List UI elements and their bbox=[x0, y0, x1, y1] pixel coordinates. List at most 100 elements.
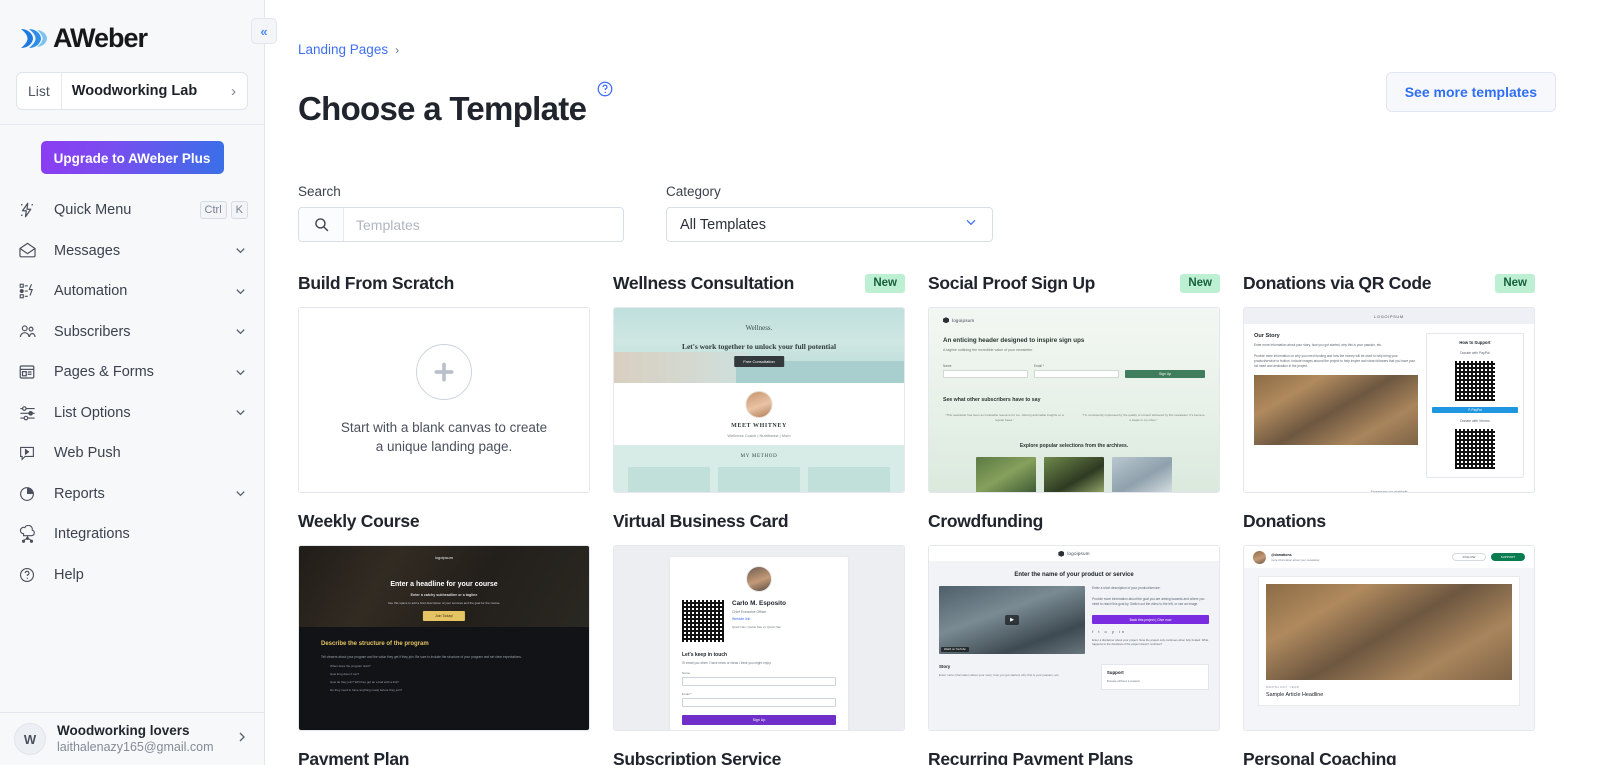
filters: Search Category All Templates bbox=[298, 184, 1600, 243]
card-header: Recurring Payment Plans bbox=[928, 743, 1220, 765]
template-thumbnail[interactable]: Start with a blank canvas to create a un… bbox=[298, 307, 590, 494]
sidebar-item-automation[interactable]: Automation bbox=[0, 271, 264, 312]
preview-bottom-row: Story Enter more information about your … bbox=[929, 654, 1219, 690]
template-card-weekly-course[interactable]: Weekly Course logoipsum Enter a headline… bbox=[298, 505, 590, 732]
preview-desc-2: Provide more information about the goal … bbox=[1092, 597, 1205, 607]
card-title: Personal Coaching bbox=[1243, 748, 1397, 765]
search-box[interactable] bbox=[298, 207, 624, 243]
template-thumbnail[interactable]: Carlo M. Esposito Chief Executive Office… bbox=[613, 545, 905, 732]
status-badge: New bbox=[865, 273, 905, 293]
template-card-donations[interactable]: Donations @donations more information ab… bbox=[1243, 505, 1535, 732]
people-icon bbox=[18, 322, 44, 341]
template-card-virtual-business-card[interactable]: Virtual Business Card Carlo M. Esposito … bbox=[613, 505, 905, 732]
sidebar-item-help[interactable]: Help bbox=[0, 555, 264, 596]
question-circle-icon[interactable] bbox=[596, 80, 614, 103]
preview-story: Our Story Enter more information about y… bbox=[1254, 333, 1418, 478]
template-thumbnail[interactable]: logoipsum An enticing header designed to… bbox=[928, 307, 1220, 494]
preview-article: MONTH DAY, YEAR Sample Article Headline bbox=[1258, 576, 1520, 707]
preview-wellness: Wellness. Let's work together to unlock … bbox=[614, 308, 904, 493]
template-card-personal-coaching[interactable]: Personal Coaching logoipsum bbox=[1243, 743, 1535, 765]
upgrade-button[interactable]: Upgrade to AWeber Plus bbox=[40, 141, 224, 174]
preview-field-label: Email * bbox=[1034, 364, 1045, 369]
sidebar-item-list-options[interactable]: List Options bbox=[0, 393, 264, 434]
sidebar-item-reports[interactable]: Reports bbox=[0, 474, 264, 515]
preview-logo: logoipsum bbox=[943, 317, 1205, 324]
template-thumbnail[interactable]: LOGOIPSUM Our Story Enter more informati… bbox=[1243, 307, 1535, 494]
search-input[interactable] bbox=[344, 216, 623, 233]
template-card-subscription-service[interactable]: Subscription Service bbox=[613, 743, 905, 765]
sidebar-item-web-push[interactable]: Web Push bbox=[0, 433, 264, 474]
preview-footer: Expressing our gratitude bbox=[1370, 490, 1408, 493]
preview-card: Carlo M. Esposito Chief Executive Office… bbox=[670, 557, 848, 731]
card-title: Crowdfunding bbox=[928, 510, 1043, 531]
cloud-network-icon bbox=[18, 524, 44, 544]
preview-quote: "I'm consistently impressed by the quali… bbox=[1082, 413, 1205, 423]
preview-story-title: Story bbox=[939, 664, 951, 670]
sidebar-item-pages-forms[interactable]: Pages & Forms bbox=[0, 352, 264, 393]
lightning-menu-icon bbox=[18, 201, 44, 219]
preview-name: MEET WHITNEY bbox=[731, 423, 787, 430]
preview-video: ▶ Watch on YouTube bbox=[939, 586, 1086, 655]
preview-bullet: How long does it run? bbox=[330, 672, 360, 677]
preview-story-title: Our Story bbox=[1254, 333, 1280, 340]
sidebar-item-integrations[interactable]: Integrations bbox=[0, 514, 264, 555]
sidebar-item-messages[interactable]: Messages bbox=[0, 231, 264, 272]
preview-support-button: SUPPORT bbox=[1491, 553, 1525, 562]
preview-subtitle: more information about your newsletter bbox=[1271, 557, 1320, 562]
logo-mark-icon bbox=[943, 317, 949, 324]
template-card-crowdfunding[interactable]: Crowdfunding logoipsum Enter the name of… bbox=[928, 505, 1220, 732]
shortcut-key-ctrl: Ctrl bbox=[199, 201, 227, 220]
preview-field-name: Name bbox=[943, 364, 1028, 379]
preview-logo-text: logoipsum bbox=[952, 317, 975, 323]
template-card-donations-via-qr-code[interactable]: Donations via QR Code New LOGOIPSUM Our … bbox=[1243, 267, 1535, 494]
list-selector[interactable]: List Woodworking Lab › bbox=[16, 72, 248, 110]
preview-heading: Let's keep in touch bbox=[682, 652, 728, 659]
sidebar-collapse-button[interactable]: « bbox=[251, 18, 277, 44]
template-thumbnail[interactable]: logoipsum Enter the name of your product… bbox=[928, 545, 1220, 732]
preview-watch-label: Watch on YouTube bbox=[941, 647, 969, 653]
aweber-logo[interactable]: AWeber bbox=[18, 18, 248, 58]
preview-main-row: ▶ Watch on YouTube Enter a short descrip… bbox=[929, 578, 1219, 655]
template-card-build-from-scratch[interactable]: Build From Scratch Start with a blank ca… bbox=[298, 267, 590, 494]
card-title: Virtual Business Card bbox=[613, 510, 789, 531]
template-card-wellness-consultation[interactable]: Wellness Consultation New Wellness. Let'… bbox=[613, 267, 905, 494]
preview-avatar bbox=[745, 391, 773, 419]
chevron-down-icon bbox=[233, 284, 248, 299]
template-thumbnail[interactable]: @donations more information about your n… bbox=[1243, 545, 1535, 732]
preview-section-title: Explore popular selections from the arch… bbox=[1019, 443, 1129, 450]
preview-section-title-b: structure of the program bbox=[358, 641, 429, 648]
see-more-templates-button[interactable]: See more templates bbox=[1385, 72, 1556, 112]
template-thumbnail[interactable]: logoipsum Enter a headline for your cour… bbox=[298, 545, 590, 732]
search-group: Search bbox=[298, 184, 624, 243]
preview-section-title: MY METHOD bbox=[740, 454, 778, 460]
sidebar-item-quick-menu[interactable]: Quick Menu Ctrl K bbox=[0, 190, 264, 231]
preview-signup-button: Sign Up bbox=[1125, 370, 1205, 379]
preview-signup-button: Sign Up bbox=[682, 715, 836, 726]
sidebar-item-label: Quick Menu bbox=[54, 202, 132, 219]
preview-signup-form: Name Email * Sign Up bbox=[943, 364, 1205, 379]
sidebar-item-subscribers[interactable]: Subscribers bbox=[0, 312, 264, 353]
template-card-payment-plan[interactable]: Payment Plan logoipsum bbox=[298, 743, 590, 765]
breadcrumb-link[interactable]: Landing Pages bbox=[298, 42, 388, 57]
account-switcher[interactable]: W Woodworking lovers laithalenazy165@gma… bbox=[0, 712, 264, 765]
preview-story-text: Enter more information about your story,… bbox=[1254, 343, 1382, 348]
preview-story-body: Enter more information about your story,… bbox=[939, 673, 1060, 678]
category-select[interactable]: All Templates bbox=[666, 207, 993, 243]
sidebar: AWeber List Woodworking Lab › Upgrade to… bbox=[0, 0, 277, 765]
card-header: Donations via QR Code New bbox=[1243, 267, 1535, 299]
preview-qr-donations: LOGOIPSUM Our Story Enter more informati… bbox=[1244, 308, 1534, 492]
browser-window-icon bbox=[18, 363, 44, 381]
template-card-recurring-payment-plans[interactable]: Recurring Payment Plans bbox=[928, 743, 1220, 765]
template-card-social-proof-sign-up[interactable]: Social Proof Sign Up New logoipsum An en… bbox=[928, 267, 1220, 494]
template-thumbnail[interactable]: Wellness. Let's work together to unlock … bbox=[613, 307, 905, 494]
preview-headline: Enter a headline for your course bbox=[390, 581, 498, 589]
list-selector-label: List bbox=[17, 73, 62, 109]
preview-paypal-button: P-PayPal bbox=[1431, 407, 1518, 414]
preview-support-body: Donate without a reward bbox=[1106, 679, 1140, 684]
breadcrumb[interactable]: Landing Pages › bbox=[298, 42, 1600, 57]
sliders-icon bbox=[18, 403, 44, 422]
app-root: AWeber List Woodworking Lab › Upgrade to… bbox=[0, 0, 1600, 765]
preview-subtext: Use this space to add a brief descriptio… bbox=[387, 601, 501, 606]
preview-cta-button: Join Today! bbox=[422, 611, 466, 622]
preview-actions: FOLLOW SUPPORT bbox=[1452, 553, 1525, 562]
